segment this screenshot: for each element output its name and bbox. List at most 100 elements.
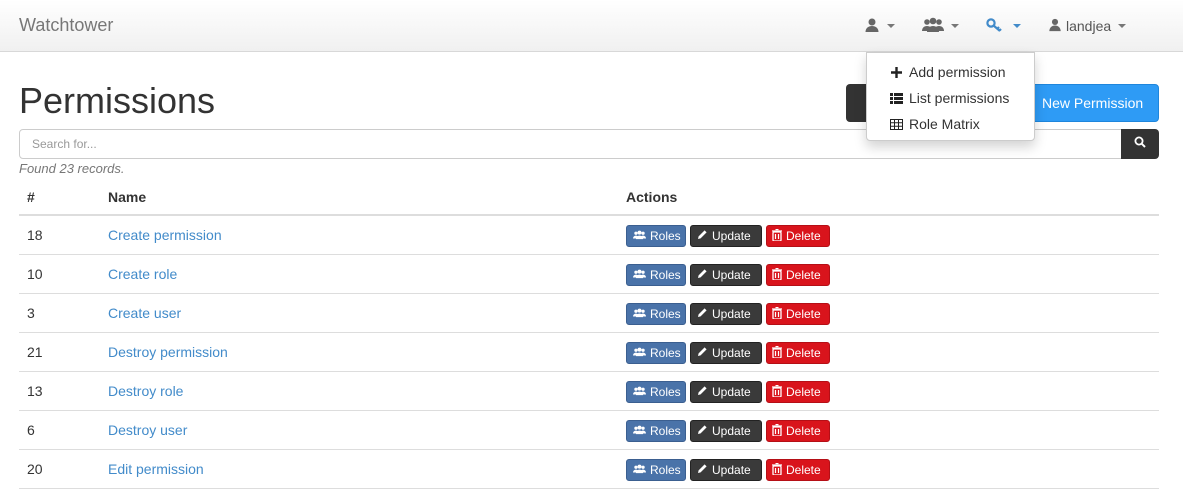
update-button[interactable]: Update	[690, 420, 762, 442]
row-actions: Roles Update Delete	[626, 381, 830, 403]
row-actions: Roles Update Delete	[626, 225, 830, 247]
chevron-down-icon	[887, 24, 895, 28]
roles-button[interactable]: Roles	[626, 342, 686, 364]
user-icon	[864, 17, 880, 36]
roles-button-label: Roles	[650, 385, 681, 399]
update-button[interactable]: Update	[690, 303, 762, 325]
roles-button-label: Roles	[650, 346, 681, 360]
update-button-label: Update	[712, 307, 751, 321]
users-icon	[633, 229, 646, 243]
brand-logo[interactable]: Watchtower	[19, 15, 113, 36]
delete-button[interactable]: Delete	[766, 420, 830, 442]
row-actions: Roles Update Delete	[626, 459, 830, 481]
trash-icon	[772, 384, 782, 400]
table-icon	[889, 118, 903, 130]
permission-name-link[interactable]: Destroy user	[108, 422, 187, 438]
pencil-icon	[697, 268, 708, 282]
roles-button[interactable]: Roles	[626, 303, 686, 325]
permission-id: 18	[27, 227, 43, 243]
update-button[interactable]: Update	[690, 459, 762, 481]
roles-button[interactable]: Roles	[626, 381, 686, 403]
delete-button-label: Delete	[786, 229, 821, 243]
update-button-label: Update	[712, 463, 751, 477]
table-row: 3 Create user Roles Update Delete	[19, 294, 1159, 333]
permission-name-link[interactable]: Create user	[108, 305, 181, 321]
table-row: 20 Edit permission Roles Update Delete	[19, 450, 1159, 489]
menu-item-list-permissions[interactable]: List permissions	[867, 85, 1034, 111]
permissions-dropdown-menu: Add permission List permissions Role Mat…	[866, 52, 1035, 141]
trash-icon	[772, 267, 782, 283]
table-row: 13 Destroy role Roles Update Delete	[19, 372, 1159, 411]
column-header-actions: Actions	[626, 189, 678, 205]
chevron-down-icon	[1118, 24, 1127, 28]
users-icon	[633, 307, 646, 321]
users-icon	[922, 17, 944, 36]
delete-button-label: Delete	[786, 307, 821, 321]
delete-button[interactable]: Delete	[766, 381, 830, 403]
pencil-icon	[697, 229, 708, 243]
trash-icon	[772, 462, 782, 478]
trash-icon	[772, 423, 782, 439]
row-actions: Roles Update Delete	[626, 303, 830, 325]
permission-name-link[interactable]: Create role	[108, 266, 177, 282]
permission-id: 3	[27, 305, 35, 321]
users-icon	[633, 385, 646, 399]
users-icon	[633, 268, 646, 282]
navbar: Watchtower landjea	[0, 0, 1183, 52]
roles-button[interactable]: Roles	[626, 264, 686, 286]
permission-name-link[interactable]: Destroy role	[108, 383, 183, 399]
roles-button-label: Roles	[650, 229, 681, 243]
list-icon	[889, 92, 903, 104]
account-menu-toggle[interactable]: landjea	[1048, 0, 1127, 52]
roles-button[interactable]: Roles	[626, 420, 686, 442]
update-button[interactable]: Update	[690, 381, 762, 403]
update-button[interactable]: Update	[690, 264, 762, 286]
roles-button[interactable]: Roles	[626, 459, 686, 481]
new-permission-button[interactable]: New Permission	[1030, 84, 1159, 122]
user-menu-toggle[interactable]	[864, 0, 895, 52]
users-icon	[633, 346, 646, 360]
permission-id: 13	[27, 383, 43, 399]
users-icon	[633, 424, 646, 438]
user-icon	[1048, 18, 1062, 35]
table-row: 21 Destroy permission Roles Update Delete	[19, 333, 1159, 372]
pencil-icon	[697, 424, 708, 438]
table-row: 10 Create role Roles Update Delete	[19, 255, 1159, 294]
permission-name-link[interactable]: Create permission	[108, 227, 222, 243]
delete-button-label: Delete	[786, 463, 821, 477]
permission-id: 20	[27, 461, 43, 477]
permission-id: 10	[27, 266, 43, 282]
table-row: 18 Create permission Roles Update Delete	[19, 216, 1159, 255]
account-username: landjea	[1066, 18, 1112, 34]
delete-button[interactable]: Delete	[766, 225, 830, 247]
roles-button-label: Roles	[650, 268, 681, 282]
pencil-icon	[697, 307, 708, 321]
delete-button[interactable]: Delete	[766, 303, 830, 325]
menu-item-role-matrix[interactable]: Role Matrix	[867, 111, 1034, 137]
update-button[interactable]: Update	[690, 342, 762, 364]
chevron-down-icon	[1013, 24, 1021, 28]
permissions-table: # Name Actions 18 Create permission Roles U…	[19, 180, 1159, 489]
column-header-name: Name	[108, 189, 147, 205]
delete-button[interactable]: Delete	[766, 342, 830, 364]
permission-id: 6	[27, 422, 35, 438]
roles-menu-toggle[interactable]	[922, 0, 959, 52]
page-title: Permissions	[19, 80, 216, 121]
roles-button-label: Roles	[650, 424, 681, 438]
delete-button[interactable]: Delete	[766, 264, 830, 286]
key-icon	[986, 17, 1006, 36]
update-button-label: Update	[712, 385, 751, 399]
plus-icon	[889, 66, 903, 78]
roles-button[interactable]: Roles	[626, 225, 686, 247]
menu-item-label: List permissions	[909, 90, 1010, 106]
permissions-menu-toggle[interactable]	[986, 0, 1021, 52]
permission-name-link[interactable]: Edit permission	[108, 461, 204, 477]
update-button[interactable]: Update	[690, 225, 762, 247]
menu-item-add-permission[interactable]: Add permission	[867, 59, 1034, 85]
search-button[interactable]	[1121, 129, 1159, 159]
permission-name-link[interactable]: Destroy permission	[108, 344, 228, 360]
row-actions: Roles Update Delete	[626, 342, 830, 364]
column-header-id: #	[27, 189, 35, 205]
users-icon	[633, 463, 646, 477]
delete-button[interactable]: Delete	[766, 459, 830, 481]
